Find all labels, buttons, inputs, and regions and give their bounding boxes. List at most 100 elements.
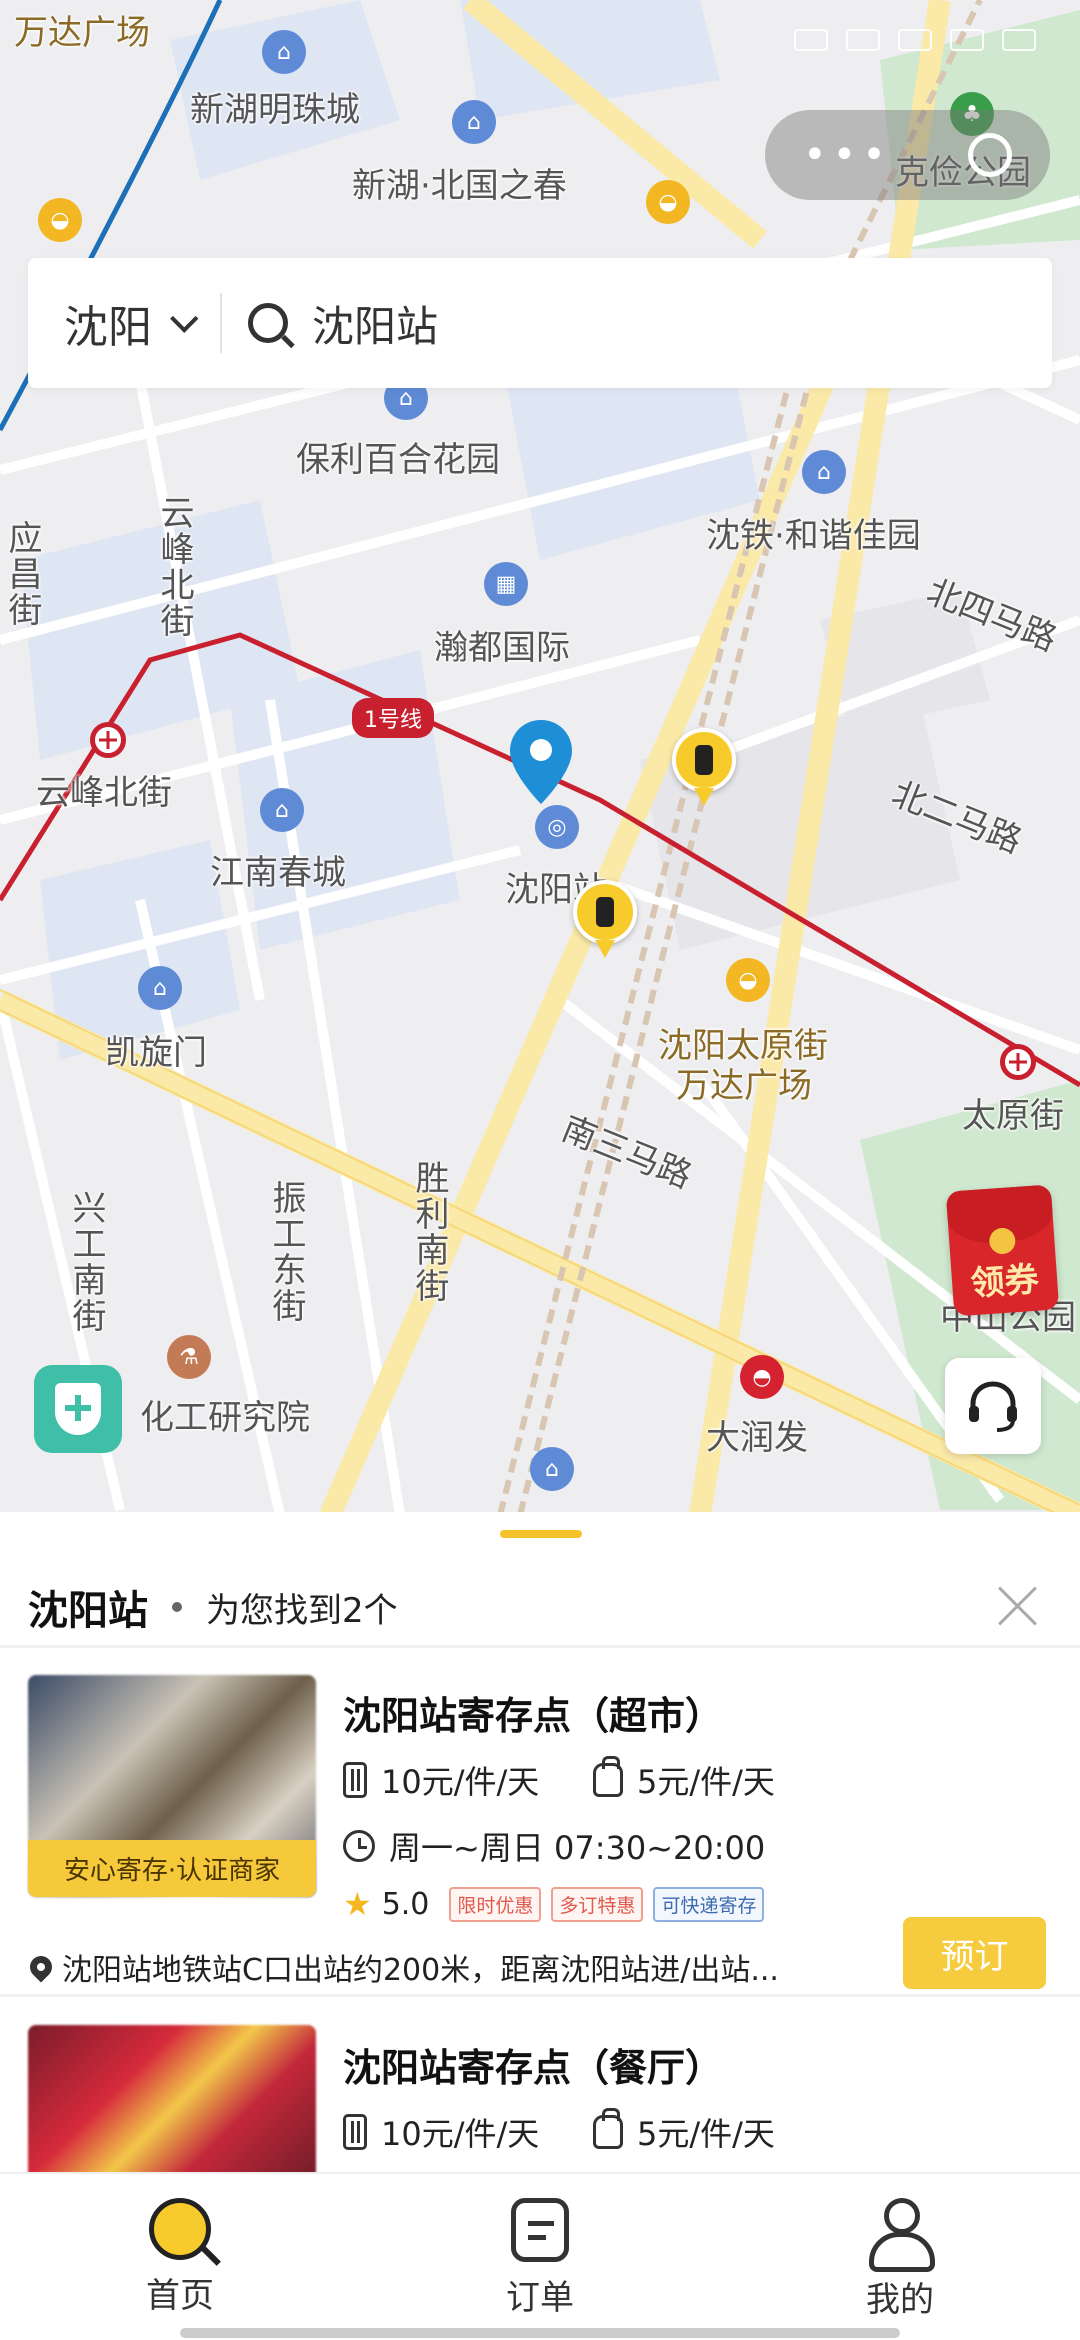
backpack-icon [593,1756,623,1797]
location-pin-icon [30,1951,57,1983]
price-small-text: 5元/件/天 [637,1763,775,1801]
city-selector[interactable]: 沈阳 [28,293,222,353]
person-icon [867,2198,935,2272]
status-bar [0,0,1080,80]
price-small-text: 5元/件/天 [637,2115,775,2153]
building-poi-icon: ▦ [484,562,528,606]
price-large: 10元/件/天 [343,2109,539,2155]
suitcase-icon [343,2114,367,2150]
miniprogram-capsule: ••• [765,110,1050,200]
customer-service-button[interactable] [945,1358,1041,1454]
store-name: 沈阳站寄存点（超市） [343,1694,724,1738]
tab-orders[interactable]: 订单 [360,2174,720,2340]
address: 沈阳站地铁站C口出站约200米，距离沈阳站进/出站... [30,1945,860,1989]
price-large: 10元/件/天 [343,1757,539,1803]
map-view[interactable]: 新湖明珠城 新湖·北国之春 保利百合花园 沈铁·和谐佳园 瀚都国际 云峰北街 云… [0,0,1080,1515]
price-small: 5元/件/天 [593,2108,775,2155]
map-label: 凯旋门 [105,1033,207,1073]
chevron-down-icon [170,304,199,333]
shopping-poi-icon: ◒ [38,198,82,242]
result-count: 为您找到2个 [206,1590,398,1631]
tab-label: 订单 [506,2278,574,2318]
location-status-icon [846,29,880,51]
residential-poi-icon: ⌂ [138,966,182,1010]
shopping-poi-icon: ◒ [646,180,690,224]
map-label: 大润发 [706,1418,808,1458]
map-label: 新湖明珠城 [190,90,360,130]
map-label: 沈铁·和谐佳园 [706,516,921,556]
supermarket-poi-icon: ◓ [740,1355,784,1399]
map-label: 振工东街 [266,1180,306,1324]
headset-icon [969,1381,1017,1432]
residential-poi-icon: ⌂ [802,450,846,494]
close-icon[interactable] [992,1580,1042,1630]
map-label: 化工研究院 [140,1398,310,1438]
price-small: 5元/件/天 [593,1756,775,1803]
storage-point-marker[interactable] [573,880,637,960]
separator-dot [172,1602,182,1612]
residential-poi-icon: ⌂ [260,788,304,832]
rating-value: 5.0 [381,1886,430,1922]
tab-label: 首页 [146,2276,214,2316]
store-name: 沈阳站寄存点（餐厅） [343,2046,724,2090]
star-icon: ★ [343,1885,372,1923]
close-miniprogram-icon[interactable] [967,133,1012,177]
map-label: 保利百合花园 [296,440,500,480]
order-icon [511,2198,569,2262]
sheet-title: 沈阳站 [28,1588,148,1634]
search-input[interactable]: 沈阳站 [222,293,438,354]
home-indicator [180,2328,900,2338]
suitcase-icon [343,1762,367,1798]
price-large-text: 10元/件/天 [381,1763,540,1801]
battery-icon [1002,29,1036,51]
location-pin-icon [510,720,572,804]
hours-text: 周一~周日 07:30~20:00 [389,1829,766,1867]
tab-profile[interactable]: 我的 [720,2174,1080,2340]
search-query: 沈阳站 [312,301,439,351]
sheet-header: 沈阳站 为您找到2个 [28,1562,1052,1652]
signal-icon [950,29,984,51]
tab-bar: 首页 订单 我的 [0,2172,1080,2340]
opening-hours: 周一~周日 07:30~20:00 [343,1823,765,1869]
drag-handle[interactable] [500,1530,582,1538]
city-label: 沈阳 [64,302,152,353]
map-label: 太原街 [962,1096,1064,1136]
luggage-icon [596,897,614,927]
tab-label: 我的 [866,2280,934,2320]
backpack-icon [593,2108,623,2149]
map-label: 胜利南街 [409,1160,449,1304]
promo-tag: 多订特惠 [551,1886,644,1922]
luggage-icon [695,745,713,775]
metro-station-icon [90,722,126,758]
coupon-label: 领券 [969,1259,1041,1305]
wifi-icon [898,29,932,51]
shopping-poi-icon: ◒ [726,958,770,1002]
search-icon [149,2198,211,2260]
map-label: 云峰北街 [154,495,194,639]
train-station-icon: ◎ [535,805,579,849]
coupon-button[interactable]: 领券 [945,1184,1060,1317]
map-label: 万达广场 [676,1066,812,1106]
more-menu-icon[interactable]: ••• [803,132,892,178]
list-item[interactable]: 安心寄存·认证商家 沈阳站寄存点（超市） 10元/件/天 5元/件/天 周一~周… [0,1645,1080,1995]
certified-badge: 安心寄存·认证商家 [28,1840,316,1897]
tab-home[interactable]: 首页 [0,2174,360,2340]
map-label: 应昌街 [2,520,42,628]
map-label: 新湖·北国之春 [352,166,567,206]
residential-poi-icon: ⌂ [530,1447,574,1491]
map-label: 云峰北街 [36,773,172,813]
metro-line-tag: 1号线 [352,698,434,738]
institute-poi-icon: ⚗ [167,1335,211,1379]
search-bar: 沈阳 沈阳站 [28,258,1052,388]
map-label: 瀚都国际 [434,628,570,668]
insurance-button[interactable] [34,1365,122,1453]
address-text: 沈阳站地铁站C口出站约200米，距离沈阳站进/出站... [62,1953,779,1988]
results-sheet: 沈阳站 为您找到2个 安心寄存·认证商家 沈阳站寄存点（超市） 10元/件/天 … [0,1512,1080,2172]
map-label: 兴工南街 [66,1190,106,1334]
list-item[interactable]: 沈阳站寄存点（餐厅） 10元/件/天 5元/件/天 [0,1997,1080,2172]
rating-row: ★ 5.0 限时优惠 多订特惠 可快递寄存 [343,1885,765,1923]
search-icon [248,303,288,343]
clock-icon [343,1830,375,1862]
storage-point-marker[interactable] [672,728,736,808]
book-button[interactable]: 预订 [903,1917,1046,1989]
